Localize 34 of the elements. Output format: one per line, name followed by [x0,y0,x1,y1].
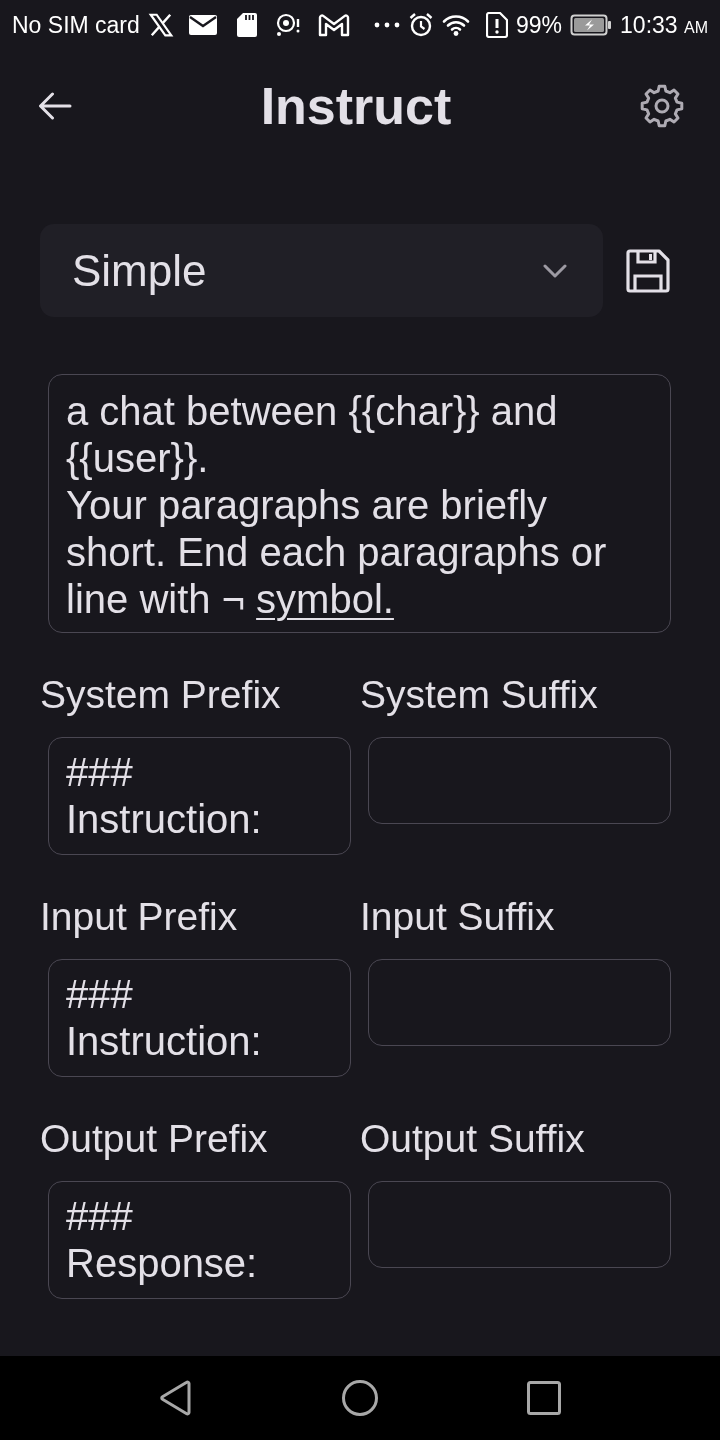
back-arrow-icon [38,92,72,120]
circle-home-icon [341,1379,379,1417]
envelope-icon [187,13,218,37]
chevron-down-icon [543,263,567,278]
battery-percent: 99% [516,10,563,40]
input-field[interactable] [368,959,671,1046]
preset-dropdown[interactable]: Simple [40,224,603,317]
triangle-back-icon [159,1380,193,1416]
clock-time: 10:33 AM [620,10,708,40]
prompt-textarea[interactable]: a chat between {{char}} and {{user}}. Your paragraphs are briefly short. End each paragraphs or line with ¬ symbol. [48,374,671,633]
input-field[interactable]: ### Instruction: [48,737,351,855]
field-label: System Prefix [40,675,282,715]
square-recents-icon [527,1381,561,1415]
ring-alert-icon [275,13,302,37]
m-logo-icon [317,13,350,37]
input-field[interactable]: ### Response: [48,1181,351,1299]
input-field[interactable] [368,1181,671,1268]
settings-icon [640,84,684,128]
carrier-text: No SIM card [12,10,140,40]
field-label: System Suffix [360,675,599,715]
battery-charging-icon [570,13,613,37]
input-field[interactable]: ### Instruction: [48,959,351,1077]
alert-document-icon [486,12,508,38]
input-field[interactable] [368,737,671,824]
field-label: Output Prefix [40,1119,269,1159]
field-label: Input Suffix [360,897,556,937]
field-label: Output Suffix [360,1119,586,1159]
sd-card-icon [235,12,258,38]
alarm-clock-icon [408,12,434,38]
x-logo-icon [147,12,174,38]
field-label: Input Prefix [40,897,239,937]
wifi-icon [442,13,470,37]
page-title: Instruct [260,80,452,132]
more-dots-icon [373,22,400,28]
